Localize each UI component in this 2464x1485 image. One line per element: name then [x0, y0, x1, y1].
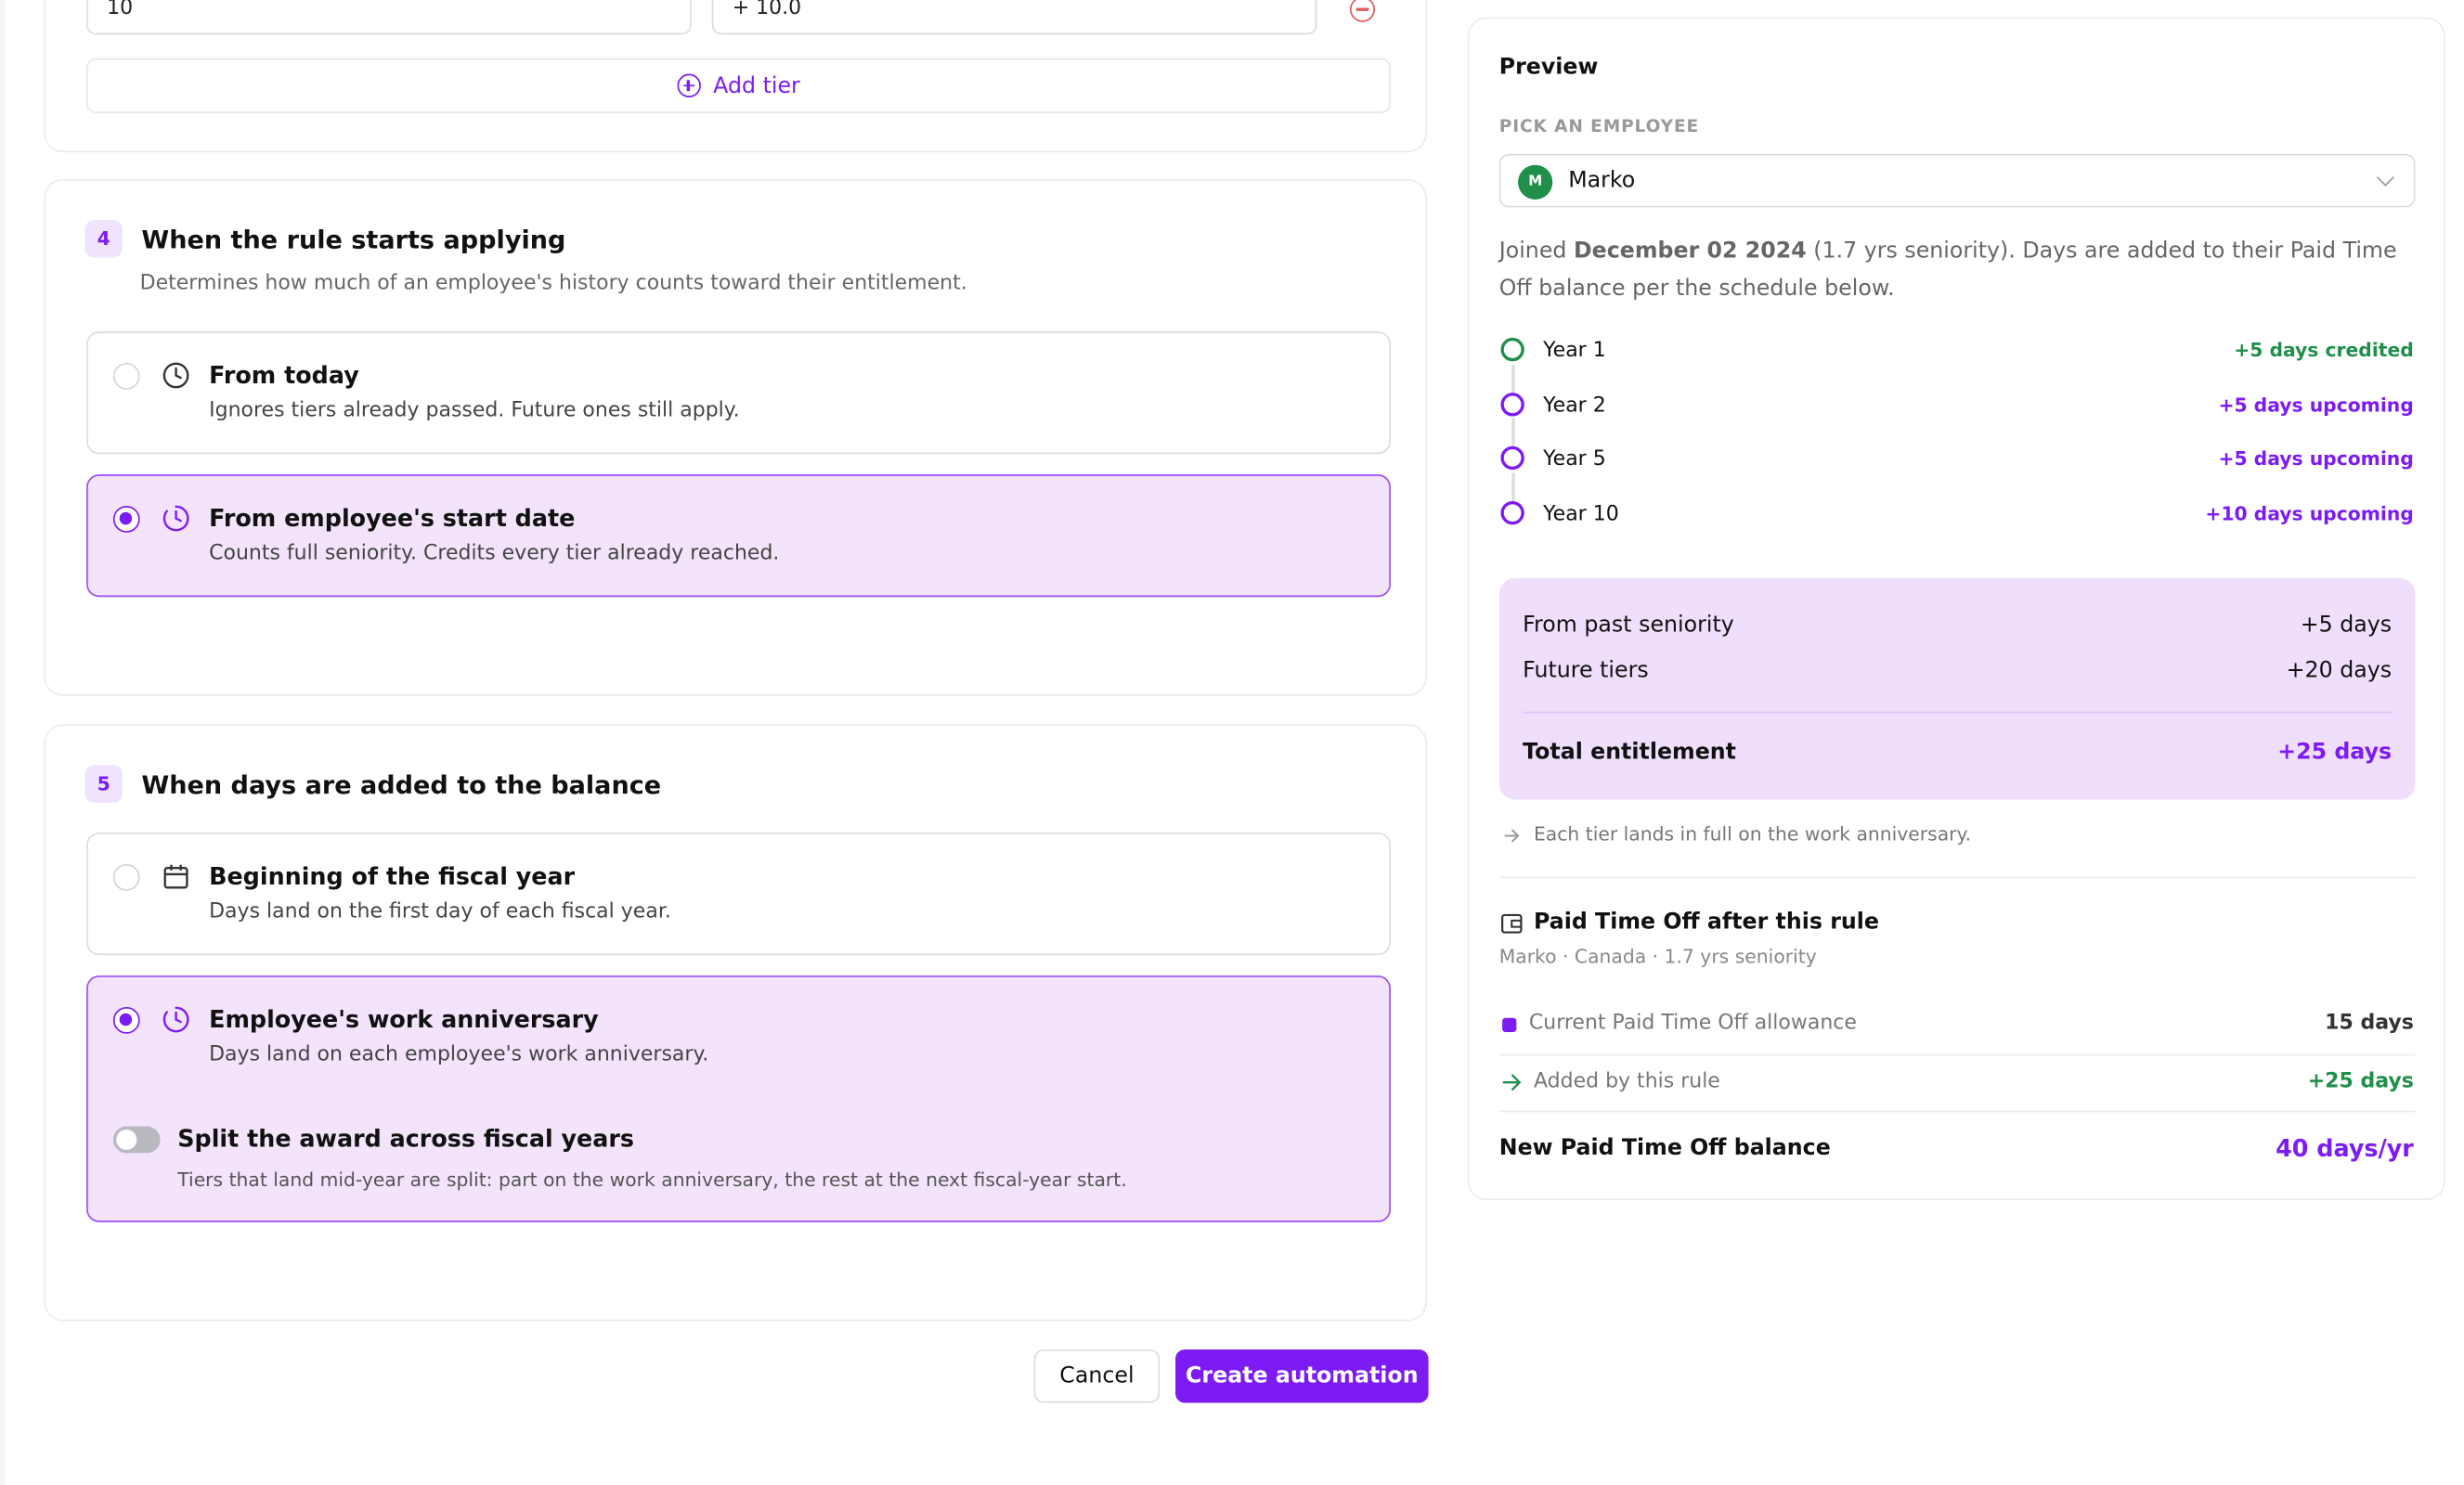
radio-work-anniversary[interactable]	[112, 1006, 140, 1034]
plus-circle-icon	[677, 73, 701, 97]
timeline-connector	[1511, 472, 1514, 505]
preview-panel: Preview PICK AN EMPLOYEE M Marko Joined …	[1467, 17, 2445, 1201]
radio-from-today[interactable]	[112, 362, 140, 390]
past-seniority-value: +5 days	[2300, 613, 2393, 639]
total-entitlement-value: +25 days	[2277, 740, 2393, 766]
timeline-status: +10 days upcoming	[2205, 502, 2414, 525]
added-by-rule-label: Added by this rule	[1533, 1069, 1720, 1094]
new-balance-label: New Paid Time Off balance	[1498, 1135, 1831, 1161]
split-award-title: Split the award across fiscal years	[177, 1124, 635, 1154]
option-work-anniversary-description: Days land on each employee's work annive…	[209, 1042, 709, 1067]
preview-title: Preview	[1498, 55, 1599, 81]
preview-divider	[1498, 1053, 2416, 1056]
section-4-title: When the rule starts applying	[141, 225, 566, 255]
current-allowance-dot-icon	[1502, 1017, 1517, 1033]
current-allowance-label: Current Paid Time Off allowance	[1528, 1012, 1857, 1036]
timeline-label: Year 2	[1543, 394, 1606, 419]
tier-days-value: + 10.0	[732, 0, 802, 20]
option-from-today-title: From today	[209, 361, 359, 390]
radio-from-start-date[interactable]	[112, 506, 140, 533]
summary-divider	[1523, 711, 2393, 714]
timeline-status: +5 days upcoming	[2218, 447, 2414, 471]
avatar: M	[1518, 164, 1553, 200]
cancel-button[interactable]: Cancel	[1033, 1349, 1161, 1403]
new-balance-value: 40 days/yr	[2276, 1134, 2414, 1163]
joined-date: December 02 2024	[1574, 239, 1807, 265]
chevron-down-icon	[2376, 168, 2394, 187]
timeline-upcoming-icon	[1500, 393, 1524, 417]
pto-subtitle: Marko · Canada · 1.7 yrs seniority	[1498, 945, 1817, 968]
future-tiers-value: +20 days	[2286, 658, 2393, 684]
section-4-card: 4 When the rule starts applying Determin…	[44, 178, 1427, 696]
timeline-label: Year 1	[1543, 339, 1606, 363]
tier-days-input[interactable]: + 10.0	[711, 0, 1317, 35]
tiers-card: 10 + 10.0 Add tier	[44, 0, 1427, 153]
joined-text: Joined December 02 2024 (1.7 yrs seniori…	[1499, 233, 2427, 308]
option-fiscal-year-title: Beginning of the fiscal year	[209, 862, 576, 891]
left-edge	[0, 0, 6, 1485]
option-from-start-date-description: Counts full seniority. Credits every tie…	[209, 541, 780, 566]
option-work-anniversary[interactable]: Employee's work anniversary Days land on…	[86, 975, 1391, 1222]
history-icon	[162, 505, 189, 532]
added-by-rule-value: +25 days	[2307, 1069, 2414, 1094]
option-fiscal-year-description: Days land on the first day of each fisca…	[209, 899, 671, 924]
anniversary-icon	[162, 1006, 189, 1033]
preview-divider	[1498, 1110, 2416, 1113]
split-award-description: Tiers that land mid-year are split: part…	[177, 1169, 1127, 1191]
create-automation-button[interactable]: Create automation	[1175, 1349, 1429, 1403]
section-5-card: 5 When days are added to the balance Beg…	[44, 724, 1427, 1322]
preview-divider	[1498, 876, 2416, 879]
timeline-status: +5 days credited	[2234, 339, 2414, 362]
timeline-connector	[1511, 418, 1514, 450]
future-tiers-label: Future tiers	[1523, 658, 1649, 684]
tier-years-input[interactable]: 10	[86, 0, 692, 35]
wallet-icon	[1501, 913, 1523, 934]
radio-fiscal-year[interactable]	[112, 863, 140, 891]
entitlement-summary: From past seniority +5 days Future tiers…	[1498, 577, 2416, 800]
arrow-right-icon	[1502, 1074, 1522, 1091]
add-tier-button[interactable]: Add tier	[86, 58, 1391, 113]
split-award-toggle[interactable]	[112, 1126, 161, 1154]
timeline-connector	[1511, 364, 1514, 396]
step-badge-5: 5	[84, 765, 123, 803]
employee-select[interactable]: M Marko	[1498, 153, 2416, 208]
timeline-credited-icon	[1500, 337, 1524, 362]
pto-title: Paid Time Off after this rule	[1533, 910, 1880, 936]
timeline-label: Year 5	[1543, 447, 1606, 471]
option-work-anniversary-title: Employee's work anniversary	[209, 1005, 599, 1034]
option-from-start-date-title: From employee's start date	[209, 504, 576, 533]
arrow-right-icon	[1504, 829, 1520, 843]
timeline-status: +5 days upcoming	[2218, 394, 2414, 417]
employee-select-value: Marko	[1568, 168, 1636, 194]
total-entitlement-label: Total entitlement	[1523, 740, 1737, 766]
joined-prefix: Joined	[1498, 239, 1567, 265]
timeline-label: Year 10	[1543, 502, 1619, 527]
add-tier-label: Add tier	[713, 72, 800, 98]
current-allowance-value: 15 days	[2325, 1012, 2414, 1036]
option-fiscal-year[interactable]: Beginning of the fiscal year Days land o…	[86, 833, 1391, 956]
clock-icon	[162, 362, 189, 389]
step-badge-4: 4	[84, 219, 123, 258]
option-from-today[interactable]: From today Ignores tiers already passed.…	[86, 331, 1391, 455]
page: 10 + 10.0 Add tier 4 When the rule start…	[0, 0, 2464, 1485]
option-from-start-date[interactable]: From employee's start date Counts full s…	[86, 474, 1391, 598]
timeline-upcoming-icon	[1500, 500, 1524, 525]
section-4-description: Determines how much of an employee's his…	[139, 271, 967, 296]
timeline-upcoming-icon	[1500, 446, 1524, 471]
tier-years-value: 10	[107, 0, 134, 20]
calendar-icon	[163, 864, 188, 889]
tier-note: Each tier lands in full on the work anni…	[1533, 822, 1972, 846]
past-seniority-label: From past seniority	[1523, 613, 1734, 639]
pick-employee-label: PICK AN EMPLOYEE	[1498, 116, 1700, 137]
option-from-today-description: Ignores tiers already passed. Future one…	[209, 398, 740, 423]
remove-tier-icon[interactable]	[1349, 0, 1376, 22]
section-5-title: When days are added to the balance	[141, 769, 662, 800]
